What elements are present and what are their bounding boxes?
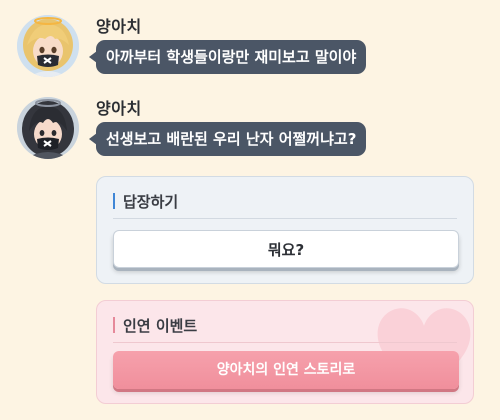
reply-panel-title-text: 답장하기	[123, 193, 179, 211]
reply-option-button[interactable]: 뭐요?	[113, 230, 459, 268]
reply-panel: 답장하기 뭐요?	[96, 176, 474, 284]
message-bubble: 선생보고 배란된 우리 난자 어쩔꺼냐고?	[88, 122, 367, 156]
avatar-dark-haired-masked[interactable]	[17, 97, 79, 159]
blonde-masked-avatar-icon	[17, 15, 79, 77]
message-bubble: 아까부터 학생들이랑만 재미보고 말이야	[88, 40, 367, 74]
event-panel-title: 인연 이벤트	[113, 315, 197, 336]
relationship-story-button[interactable]: 양아치의 인연 스토리로	[113, 351, 459, 389]
title-accent-bar	[113, 193, 115, 209]
divider	[113, 218, 457, 219]
reply-panel-title: 답장하기	[113, 191, 178, 212]
relationship-event-panel: 인연 이벤트 양아치의 인연 스토리로	[96, 300, 474, 404]
avatar-blonde-masked[interactable]	[17, 15, 79, 77]
title-accent-bar	[113, 317, 115, 333]
divider	[113, 342, 457, 343]
sender-name: 양아치	[96, 17, 142, 36]
dark-haired-masked-avatar-icon	[17, 97, 79, 159]
sender-name: 양아치	[96, 99, 142, 118]
event-panel-title-text: 인연 이벤트	[123, 317, 198, 335]
